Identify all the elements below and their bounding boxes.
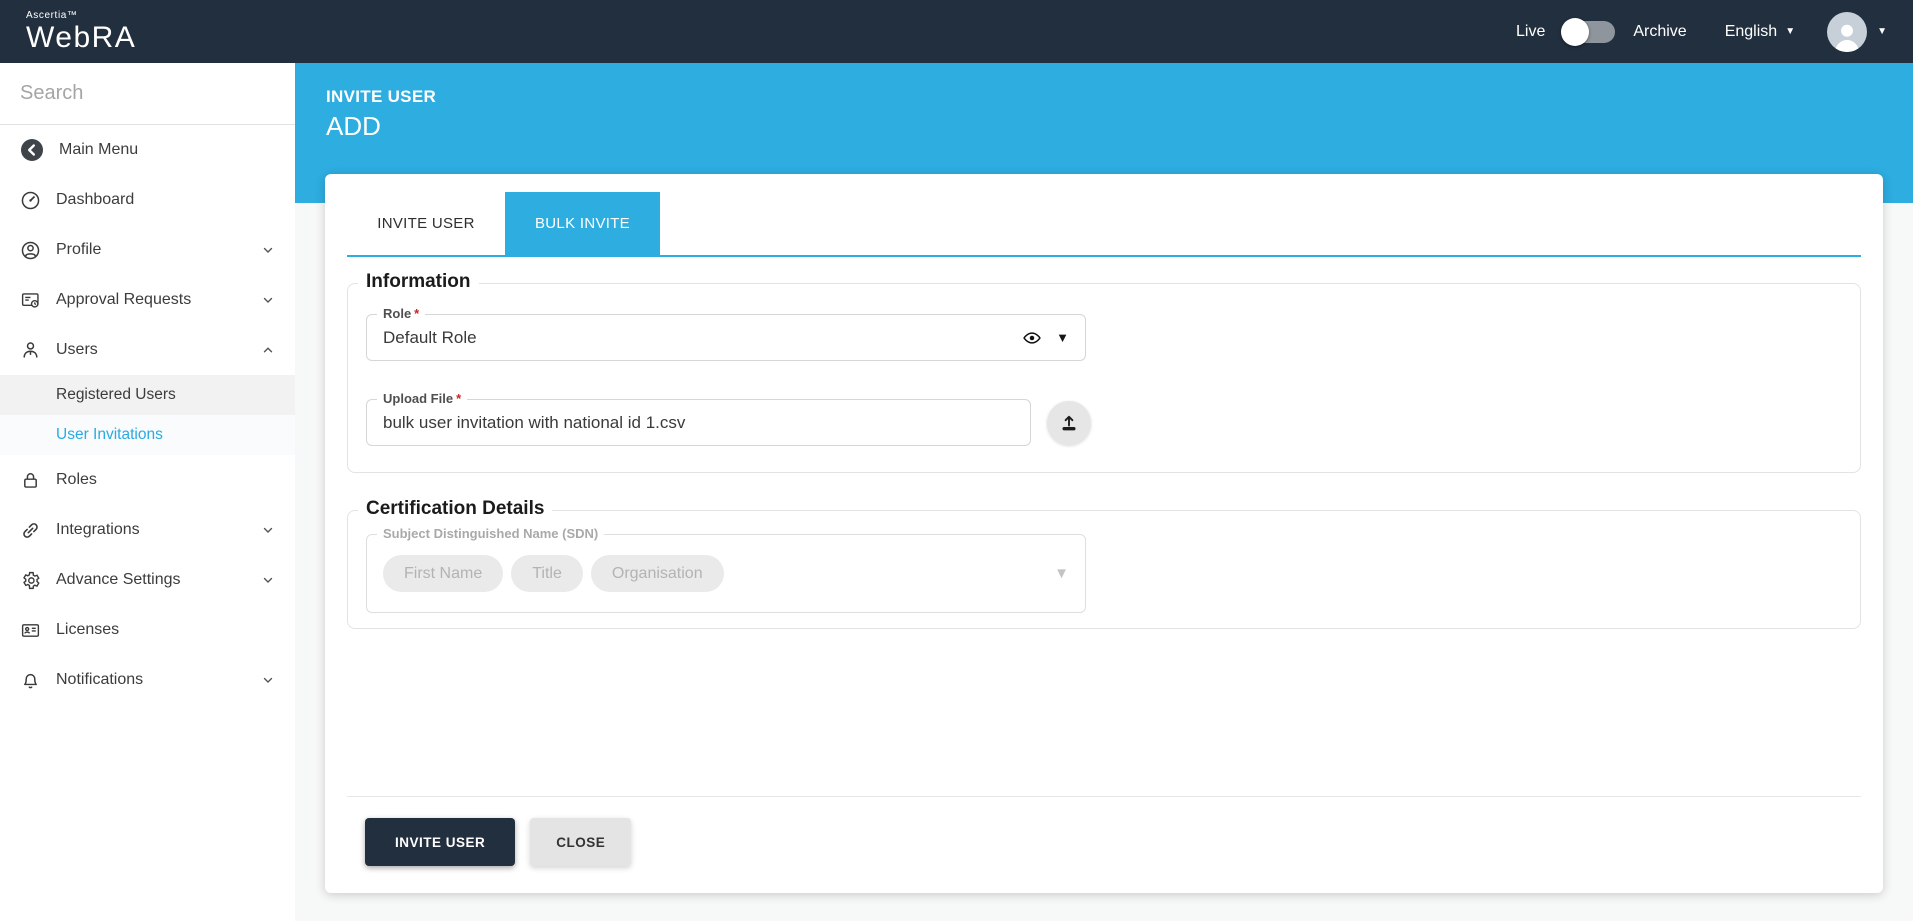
- brand-ascertia: Ascertia™: [26, 11, 136, 21]
- sidebar-item-integrations[interactable]: Integrations: [0, 505, 295, 555]
- chevron-down-icon: [261, 293, 275, 307]
- sidebar-item-dashboard[interactable]: Dashboard: [0, 175, 295, 225]
- user-menu[interactable]: ▼: [1827, 12, 1887, 52]
- upload-file-field[interactable]: Upload File* bulk user invitation with n…: [366, 399, 1031, 446]
- navbar-controls: Live Archive English ▼ ▼: [1516, 12, 1887, 52]
- page-header: INVITE USER ADD: [326, 87, 436, 142]
- avatar[interactable]: [1827, 12, 1867, 52]
- users-icon: [20, 340, 41, 361]
- archive-label[interactable]: Archive: [1633, 23, 1686, 41]
- invite-user-button[interactable]: INVITE USER: [365, 818, 515, 866]
- brand-logo: Ascertia™ WebRA: [26, 11, 136, 53]
- main-area: INVITE USER ADD INVITE USER BULK INVITE …: [295, 63, 1913, 921]
- sidebar-item-label: Dashboard: [56, 191, 134, 209]
- sidebar-item-roles[interactable]: Roles: [0, 455, 295, 505]
- tab-bar: INVITE USER BULK INVITE: [347, 192, 1861, 257]
- sidebar-item-label: Profile: [56, 241, 101, 259]
- upload-file-label: Upload File*: [377, 391, 467, 406]
- toggle-knob[interactable]: [1561, 18, 1589, 46]
- sdn-chip-title: Title: [511, 555, 583, 592]
- sidebar-item-label: Licenses: [56, 621, 119, 639]
- upload-button[interactable]: [1047, 401, 1091, 445]
- language-selector[interactable]: English ▼: [1725, 23, 1795, 41]
- sidebar-item-approval-requests[interactable]: Approval Requests: [0, 275, 295, 325]
- id-card-icon: [20, 620, 41, 641]
- information-section: Information Role* Default Role ▼: [347, 283, 1861, 473]
- back-circle-icon: [20, 138, 44, 162]
- sidebar-item-users[interactable]: Users: [0, 325, 295, 375]
- lock-icon: [20, 470, 41, 491]
- upload-icon: [1058, 412, 1080, 434]
- close-button[interactable]: CLOSE: [530, 818, 631, 866]
- page-subtitle: ADD: [326, 111, 436, 142]
- footer-divider: [347, 796, 1861, 797]
- sdn-chip-first-name: First Name: [383, 555, 503, 592]
- sdn-chips: First Name Title Organisation: [383, 555, 724, 592]
- upload-file-value: bulk user invitation with national id 1.…: [383, 413, 685, 433]
- sidebar-item-label: Roles: [56, 471, 97, 489]
- information-legend: Information: [358, 271, 479, 293]
- chevron-down-icon[interactable]: ▼: [1056, 330, 1069, 345]
- footer-buttons: INVITE USER CLOSE: [347, 818, 1861, 866]
- sdn-select-disabled: Subject Distinguished Name (SDN) First N…: [366, 534, 1086, 613]
- eye-icon[interactable]: [1022, 328, 1042, 348]
- sidebar-item-registered-users[interactable]: Registered Users: [0, 375, 295, 415]
- sidebar-item-user-invitations[interactable]: User Invitations: [0, 415, 295, 455]
- chevron-down-icon: [261, 523, 275, 537]
- chevron-down-icon: [261, 573, 275, 587]
- chevron-down-icon: [261, 673, 275, 687]
- sidebar-menu: Main Menu Dashboard Profile: [0, 125, 295, 705]
- link-icon: [20, 520, 41, 541]
- approval-requests-icon: [20, 290, 41, 311]
- sidebar-item-label: Main Menu: [59, 141, 138, 159]
- sidebar-item-main-menu[interactable]: Main Menu: [0, 125, 295, 175]
- sidebar-item-label: Approval Requests: [56, 291, 191, 309]
- chevron-down-icon: [261, 243, 275, 257]
- certification-section: Certification Details Subject Distinguis…: [347, 510, 1861, 629]
- role-label: Role*: [377, 306, 425, 321]
- sidebar-item-label: Notifications: [56, 671, 143, 689]
- sidebar-item-label: Registered Users: [56, 386, 176, 404]
- certification-legend: Certification Details: [358, 498, 552, 520]
- sidebar-item-label: Users: [56, 341, 98, 359]
- person-icon: [1830, 18, 1864, 52]
- live-label[interactable]: Live: [1516, 23, 1545, 41]
- sidebar-item-profile[interactable]: Profile: [0, 225, 295, 275]
- sidebar-item-licenses[interactable]: Licenses: [0, 605, 295, 655]
- tab-invite-user[interactable]: INVITE USER: [347, 192, 505, 255]
- sdn-chip-organisation: Organisation: [591, 555, 724, 592]
- sdn-label: Subject Distinguished Name (SDN): [377, 526, 604, 541]
- gear-icon: [20, 570, 41, 591]
- upload-row: Upload File* bulk user invitation with n…: [366, 399, 1842, 446]
- chevron-down-icon: ▼: [1877, 27, 1887, 37]
- dashboard-icon: [20, 190, 41, 211]
- sidebar-item-notifications[interactable]: Notifications: [0, 655, 295, 705]
- language-label: English: [1725, 23, 1777, 41]
- sidebar-item-label: Advance Settings: [56, 571, 181, 589]
- sidebar-item-advance-settings[interactable]: Advance Settings: [0, 555, 295, 605]
- top-navbar: Ascertia™ WebRA Live Archive English ▼ ▼: [0, 0, 1913, 63]
- sidebar-item-label: Integrations: [56, 521, 140, 539]
- chevron-down-icon: ▼: [1785, 27, 1795, 37]
- profile-icon: [20, 240, 41, 261]
- role-value: Default Role: [383, 328, 477, 348]
- sidebar-search: [0, 63, 295, 125]
- chevron-down-icon: ▼: [1054, 565, 1069, 582]
- live-archive-toggle[interactable]: [1563, 21, 1615, 43]
- chevron-up-icon: [261, 343, 275, 357]
- search-input[interactable]: [20, 82, 285, 105]
- sidebar-item-label: User Invitations: [56, 426, 163, 444]
- tab-bulk-invite[interactable]: BULK INVITE: [505, 192, 660, 255]
- page-title: INVITE USER: [326, 87, 436, 107]
- role-select[interactable]: Role* Default Role ▼: [366, 314, 1086, 361]
- invite-user-card: INVITE USER BULK INVITE Information Role…: [325, 174, 1883, 893]
- users-submenu: Registered Users User Invitations: [0, 375, 295, 455]
- bell-icon: [20, 670, 41, 691]
- brand-webra: WebRA: [26, 21, 136, 54]
- sidebar: Main Menu Dashboard Profile: [0, 63, 295, 921]
